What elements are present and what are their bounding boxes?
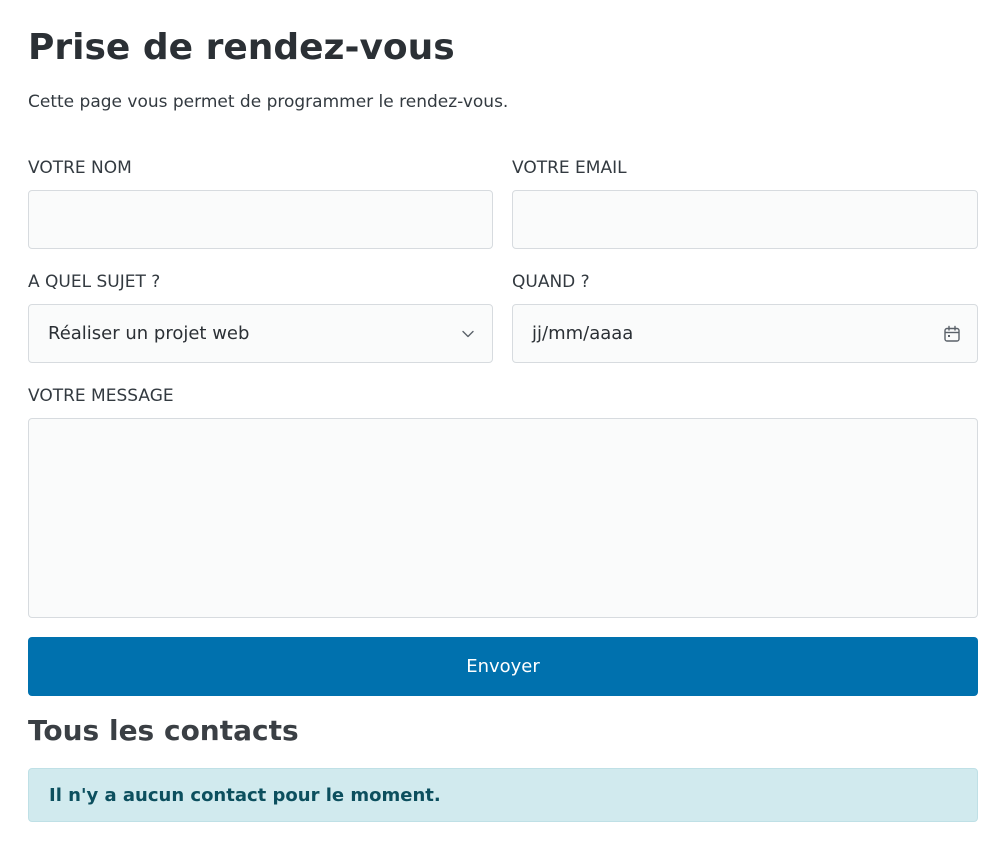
name-input[interactable] xyxy=(28,190,493,249)
message-label: VOTRE MESSAGE xyxy=(28,386,174,406)
empty-contacts-message: Il n'y a aucun contact pour le moment. xyxy=(49,784,441,806)
calendar-icon[interactable] xyxy=(943,325,961,343)
email-label: VOTRE EMAIL xyxy=(512,158,627,178)
page-intro: Cette page vous permet de programmer le … xyxy=(28,92,509,112)
name-label: VOTRE NOM xyxy=(28,158,132,178)
page-title: Prise de rendez-vous xyxy=(28,27,455,68)
submit-button-label: Envoyer xyxy=(466,656,540,677)
subject-label: A QUEL SUJET ? xyxy=(28,272,161,292)
subject-select[interactable]: Réaliser un projet web xyxy=(28,304,493,363)
date-label: QUAND ? xyxy=(512,272,590,292)
date-input[interactable]: jj/mm/aaaa xyxy=(512,304,978,363)
email-input[interactable] xyxy=(512,190,978,249)
chevron-down-icon xyxy=(462,330,474,337)
appointment-page: Prise de rendez-vous Cette page vous per… xyxy=(0,0,1004,847)
empty-contacts-alert: Il n'y a aucun contact pour le moment. xyxy=(28,768,978,822)
submit-button[interactable]: Envoyer xyxy=(28,637,978,696)
subject-select-value: Réaliser un projet web xyxy=(48,323,250,344)
contacts-title: Tous les contacts xyxy=(28,714,299,747)
message-textarea[interactable] xyxy=(28,418,978,618)
date-input-placeholder: jj/mm/aaaa xyxy=(532,323,634,344)
